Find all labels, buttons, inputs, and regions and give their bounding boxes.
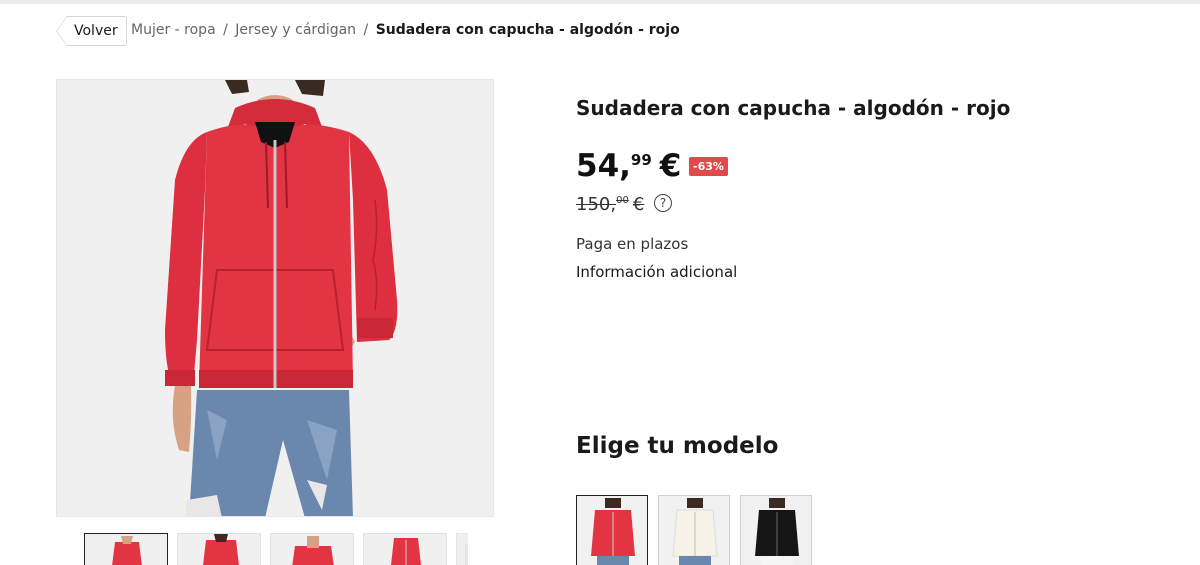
breadcrumb-current: Sudadera con capucha - algodón - rojo: [375, 22, 680, 38]
model-option-red[interactable]: [576, 495, 648, 565]
top-divider: [0, 0, 1200, 4]
discount-badge: -63%: [689, 157, 728, 176]
red-hoodie-model-image: [57, 80, 493, 516]
red-hoodie-swatch: [577, 496, 647, 565]
breadcrumb-separator: /: [363, 22, 369, 38]
old-price-decimals: 00: [616, 195, 629, 206]
back-arrow-shape: [56, 16, 67, 46]
thumbnail-3[interactable]: [270, 533, 354, 565]
price-integer: 54,: [576, 148, 631, 184]
breadcrumb-item-jersey[interactable]: Jersey y cárdigan: [235, 22, 356, 38]
model-option-cream[interactable]: [658, 495, 730, 565]
thumbnail-image: [178, 534, 260, 565]
cream-hoodie-swatch: [659, 496, 729, 565]
help-icon[interactable]: ?: [654, 194, 672, 212]
current-price: 54, 99 €: [576, 148, 681, 184]
thumbnail-5[interactable]: [456, 533, 468, 565]
thumbnail-image: [85, 534, 167, 565]
thumbnail-4[interactable]: [363, 533, 447, 565]
breadcrumb-item-mujer-ropa[interactable]: Mujer - ropa: [131, 22, 216, 38]
old-price-currency: €: [632, 194, 645, 215]
choose-model-heading: Elige tu modelo: [576, 433, 779, 459]
back-button[interactable]: Volver: [56, 16, 127, 46]
thumbnail-1[interactable]: [84, 533, 168, 565]
old-price-integer: 150,: [576, 194, 617, 215]
original-price: 150, 00 €: [576, 194, 644, 215]
breadcrumb-separator: /: [223, 22, 228, 38]
black-hoodie-swatch: [741, 496, 811, 565]
model-selector: [576, 495, 812, 565]
thumbnail-image: [271, 534, 353, 565]
model-option-black[interactable]: [740, 495, 812, 565]
main-product-image[interactable]: [56, 79, 494, 517]
thumbnail-image: [364, 534, 446, 565]
back-button-label: Volver: [67, 16, 127, 46]
breadcrumb: Mujer - ropa / Jersey y cárdigan / Sudad…: [131, 22, 680, 38]
pay-in-installments-link[interactable]: Paga en plazos: [576, 235, 688, 253]
additional-info-link[interactable]: Información adicional: [576, 263, 737, 281]
product-title: Sudadera con capucha - algodón - rojo: [576, 96, 1011, 120]
price-decimals: 99: [630, 151, 652, 169]
price-currency: €: [659, 148, 682, 184]
thumbnail-image: [457, 534, 468, 565]
thumbnail-strip: [84, 533, 468, 565]
thumbnail-2[interactable]: [177, 533, 261, 565]
